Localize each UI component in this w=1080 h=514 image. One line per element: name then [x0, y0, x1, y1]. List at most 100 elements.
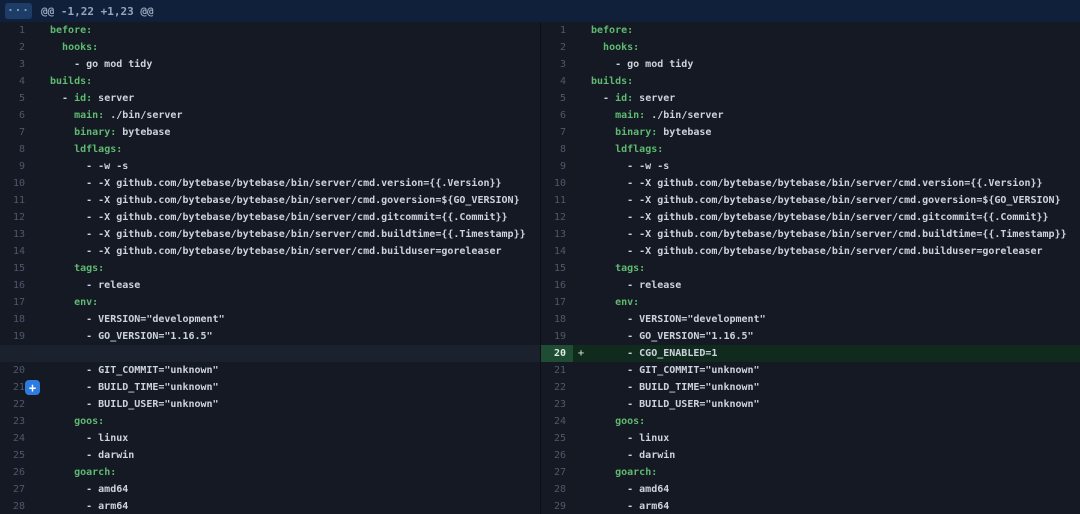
line-number[interactable]: 12: [541, 209, 573, 226]
line-marker: [573, 175, 591, 192]
diff-row: 2 hooks:: [541, 39, 1080, 56]
code-line: binary: bytebase: [591, 124, 711, 141]
line-number[interactable]: 20: [541, 345, 573, 362]
line-number[interactable]: 11: [0, 192, 32, 209]
line-number[interactable]: 6: [0, 107, 32, 124]
diff-hunk-header-bar: ... @@ -1,22 +1,23 @@: [0, 0, 1080, 22]
line-number[interactable]: 25: [0, 447, 32, 464]
line-number[interactable]: 11: [541, 192, 573, 209]
diff-row: 10 - -X github.com/bytebase/bytebase/bin…: [541, 175, 1080, 192]
line-number[interactable]: 22: [541, 379, 573, 396]
line-marker: [32, 396, 50, 413]
line-marker: [573, 209, 591, 226]
code-line: goarch:: [50, 464, 116, 481]
line-number[interactable]: 8: [541, 141, 573, 158]
code-line: - GO_VERSION="1.16.5": [591, 328, 754, 345]
code-line: - release: [591, 277, 681, 294]
diff-row: 26 - darwin: [541, 447, 1080, 464]
diff-row: 9 - -w -s: [541, 158, 1080, 175]
line-number[interactable]: 28: [0, 498, 32, 514]
line-number[interactable]: 17: [0, 294, 32, 311]
add-comment-button[interactable]: +: [25, 380, 40, 395]
line-number[interactable]: 27: [541, 464, 573, 481]
line-number[interactable]: 9: [541, 158, 573, 175]
line-marker: [573, 243, 591, 260]
diff-row: 15 tags:: [541, 260, 1080, 277]
line-marker: [32, 22, 50, 39]
line-number[interactable]: 19: [0, 328, 32, 345]
line-number[interactable]: 22: [0, 396, 32, 413]
split-diff-view: 1before:2 hooks:3 - go mod tidy4builds:5…: [0, 22, 1080, 514]
line-number[interactable]: 3: [541, 56, 573, 73]
line-marker: [32, 90, 50, 107]
line-number[interactable]: 4: [0, 73, 32, 90]
expand-diff-button[interactable]: ...: [5, 3, 32, 19]
line-number[interactable]: 7: [0, 124, 32, 141]
diff-row: 27 goarch:: [541, 464, 1080, 481]
line-number[interactable]: 23: [0, 413, 32, 430]
line-number[interactable]: 7: [541, 124, 573, 141]
line-number[interactable]: 23: [541, 396, 573, 413]
line-number[interactable]: 12: [0, 209, 32, 226]
line-number[interactable]: 1: [541, 22, 573, 39]
diff-row: 25 - darwin: [0, 447, 540, 464]
line-number[interactable]: 3: [0, 56, 32, 73]
line-number[interactable]: 16: [541, 277, 573, 294]
diff-row: 6 main: ./bin/server: [541, 107, 1080, 124]
code-line: - -X github.com/bytebase/bytebase/bin/se…: [591, 226, 1067, 243]
line-number[interactable]: 18: [0, 311, 32, 328]
line-number[interactable]: 4: [541, 73, 573, 90]
line-number[interactable]: 10: [541, 175, 573, 192]
line-number[interactable]: 28: [541, 481, 573, 498]
line-number[interactable]: 13: [541, 226, 573, 243]
diff-row: 22 - BUILD_TIME="unknown": [541, 379, 1080, 396]
line-number[interactable]: 15: [0, 260, 32, 277]
line-number[interactable]: 25: [541, 430, 573, 447]
line-number[interactable]: 26: [0, 464, 32, 481]
code-line: ldflags:: [50, 141, 122, 158]
line-number[interactable]: 2: [0, 39, 32, 56]
code-line: binary: bytebase: [50, 124, 170, 141]
line-marker: [573, 396, 591, 413]
line-marker: [573, 481, 591, 498]
diff-row: 29 - arm64: [541, 498, 1080, 514]
line-marker: [573, 498, 591, 514]
code-line: - -X github.com/bytebase/bytebase/bin/se…: [591, 243, 1043, 260]
line-number[interactable]: 6: [541, 107, 573, 124]
line-number[interactable]: 24: [0, 430, 32, 447]
line-number[interactable]: 13: [0, 226, 32, 243]
line-number[interactable]: 18: [541, 311, 573, 328]
line-number[interactable]: 29: [541, 498, 573, 514]
diff-pane-new: 1before:2 hooks:3 - go mod tidy4builds:5…: [540, 22, 1080, 514]
diff-row: 12 - -X github.com/bytebase/bytebase/bin…: [541, 209, 1080, 226]
line-number[interactable]: 2: [541, 39, 573, 56]
code-line: ldflags:: [591, 141, 663, 158]
line-number[interactable]: 8: [0, 141, 32, 158]
line-number[interactable]: 10: [0, 175, 32, 192]
diff-row: 7 binary: bytebase: [0, 124, 540, 141]
code-line: - arm64: [591, 498, 669, 514]
line-number[interactable]: 21: [541, 362, 573, 379]
line-number[interactable]: 14: [541, 243, 573, 260]
line-number[interactable]: 16: [0, 277, 32, 294]
line-marker: [32, 311, 50, 328]
diff-row: 3 - go mod tidy: [541, 56, 1080, 73]
line-number[interactable]: 19: [541, 328, 573, 345]
line-number[interactable]: 1: [0, 22, 32, 39]
line-number[interactable]: 17: [541, 294, 573, 311]
line-number[interactable]: 27: [0, 481, 32, 498]
line-number[interactable]: 14: [0, 243, 32, 260]
line-number[interactable]: 15: [541, 260, 573, 277]
line-number[interactable]: 5: [0, 90, 32, 107]
line-number[interactable]: 26: [541, 447, 573, 464]
line-number[interactable]: 5: [541, 90, 573, 107]
diff-row: 4builds:: [0, 73, 540, 90]
line-number[interactable]: 9: [0, 158, 32, 175]
diff-row: 5 - id: server: [541, 90, 1080, 107]
code-line: - amd64: [591, 481, 669, 498]
line-marker: [32, 260, 50, 277]
diff-row: 19 - GO_VERSION="1.16.5": [0, 328, 540, 345]
line-number[interactable]: 20: [0, 362, 32, 379]
line-number[interactable]: 24: [541, 413, 573, 430]
diff-gap-row: [0, 345, 540, 362]
